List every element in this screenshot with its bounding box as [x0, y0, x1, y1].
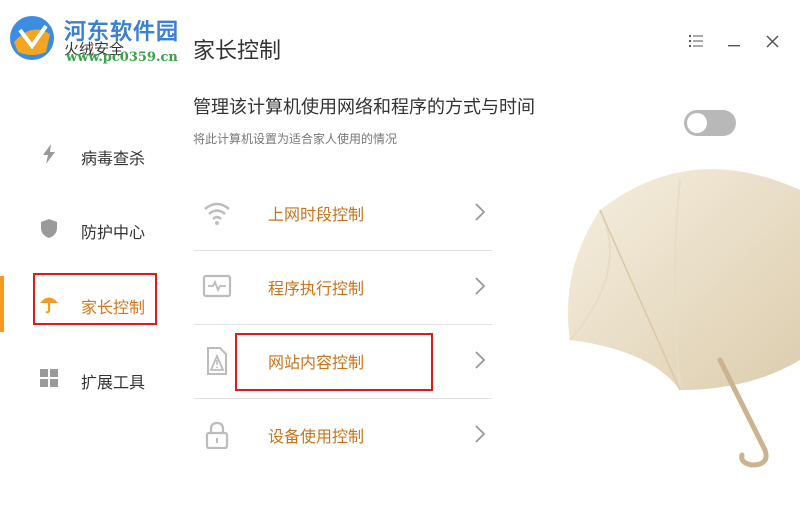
option-label: 上网时段控制 [268, 205, 365, 224]
option-row-internet-time-control[interactable]: 上网时段控制 [194, 176, 492, 251]
menu-button[interactable] [685, 30, 707, 52]
section-headline: 管理该计算机使用网络和程序的方式与时间 [193, 97, 535, 118]
highlight-box-option [235, 333, 433, 391]
monitor-icon [202, 274, 232, 298]
document-warning-icon [207, 347, 227, 375]
sidebar-item-virus-scan[interactable]: 病毒查杀 [0, 128, 175, 182]
grid-icon [40, 369, 58, 387]
chevron-right-icon [475, 351, 486, 369]
lock-icon [205, 421, 229, 449]
parental-control-toggle[interactable] [684, 110, 736, 136]
sidebar-item-label: 扩展工具 [81, 373, 146, 392]
close-button[interactable] [761, 30, 783, 52]
minimize-icon [728, 45, 740, 47]
option-row-device-usage-control[interactable]: 设备使用控制 [194, 398, 492, 472]
watermark-logo [6, 12, 58, 64]
section-description: 将此计算机设置为适合家人使用的情况 [193, 132, 398, 146]
wifi-icon [204, 202, 230, 225]
sidebar-item-label: 防护中心 [81, 223, 146, 242]
lightning-icon [43, 144, 55, 164]
chevron-right-icon [475, 203, 486, 221]
close-icon [765, 34, 779, 48]
minimize-button[interactable] [723, 30, 745, 52]
menu-icon [689, 35, 703, 47]
watermark-url: www.pc0359.cn [66, 50, 178, 65]
chevron-right-icon [475, 425, 486, 443]
option-label: 程序执行控制 [268, 279, 365, 298]
toggle-knob [687, 113, 707, 133]
sidebar-item-extension-tools[interactable]: 扩展工具 [0, 352, 175, 406]
highlight-box-sidebar [33, 273, 157, 325]
option-label: 设备使用控制 [268, 427, 365, 446]
sidebar-item-label: 病毒查杀 [81, 149, 146, 168]
chevron-right-icon [475, 277, 486, 295]
option-row-program-execution-control[interactable]: 程序执行控制 [194, 250, 492, 325]
umbrella-illustration [568, 169, 800, 468]
watermark-site-name: 河东软件园 [64, 20, 180, 45]
shield-icon [41, 219, 57, 238]
sidebar-item-protection-center[interactable]: 防护中心 [0, 202, 175, 256]
page-title: 家长控制 [193, 39, 282, 64]
